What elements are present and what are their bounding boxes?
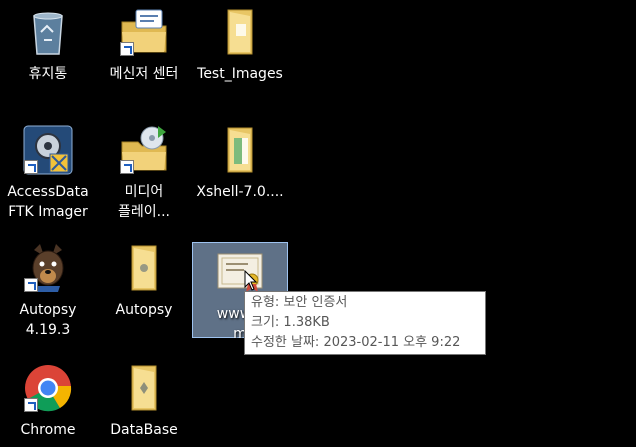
tooltip-type: 유형: 보안 인증서 [251, 295, 348, 310]
folder-icon [214, 6, 266, 58]
desktop-icon-database[interactable]: DataBase [96, 362, 192, 440]
icon-label-line-1: Autopsy [19, 302, 77, 318]
shortcut-arrow-icon [120, 42, 134, 56]
recycle-bin-icon [22, 6, 74, 58]
folder-icon [214, 124, 266, 176]
desktop-icon-chrome[interactable]: Chrome [0, 362, 96, 440]
icon-label: 휴지통 [28, 66, 68, 82]
desktop-icon-autopsy-folder[interactable]: Autopsy [96, 242, 192, 320]
desktop-icon-xshell[interactable]: Xshell-7.0.... [192, 124, 288, 202]
tooltip-modified: 수정한 날짜: 2023-02-11 오후 9:22 [251, 335, 461, 350]
icon-label: Autopsy 4.19.3 [0, 300, 96, 340]
icon-label-line-1: 미디어 [124, 184, 164, 200]
folder-icon [118, 242, 170, 294]
desktop-icon-ftk-imager[interactable]: AccessData FTK Imager [0, 124, 96, 222]
chrome-icon [22, 362, 74, 414]
folder-icon [118, 362, 170, 414]
icon-label: Test_Images [197, 66, 283, 82]
icon-label-line-2: 4.19.3 [25, 322, 71, 338]
desktop-icon-recycle-bin[interactable]: 휴지통 [0, 6, 96, 84]
tooltip-size: 크기: 1.38KB [251, 315, 330, 330]
desktop-icon-messenger-center[interactable]: 메신저 센터 [96, 6, 192, 84]
ftk-imager-icon [22, 124, 74, 176]
desktop-icon-media-player[interactable]: 미디어 플레이... [96, 124, 192, 222]
icon-label: AccessData FTK Imager [0, 182, 96, 222]
media-player-folder-icon [118, 124, 170, 176]
icon-label-line-1: AccessData [7, 184, 89, 200]
icon-label: 미디어 플레이... [96, 182, 192, 222]
icon-label-line-2: 플레이... [118, 204, 170, 220]
autopsy-icon [22, 242, 74, 294]
icon-label: Autopsy [115, 302, 173, 318]
messenger-folder-icon [118, 6, 170, 58]
shortcut-arrow-icon [24, 160, 38, 174]
desktop-icon-autopsy-app[interactable]: Autopsy 4.19.3 [0, 242, 96, 340]
desktop-icon-test-images[interactable]: Test_Images [192, 6, 288, 84]
icon-label: Chrome [20, 422, 76, 438]
file-info-tooltip: 유형: 보안 인증서 크기: 1.38KB 수정한 날짜: 2023-02-11… [244, 291, 486, 355]
icon-label-line-2: FTK Imager [8, 204, 88, 220]
shortcut-arrow-icon [24, 398, 38, 412]
icon-label: Xshell-7.0.... [196, 184, 284, 200]
icon-label: 메신저 센터 [109, 66, 179, 82]
shortcut-arrow-icon [120, 160, 134, 174]
icon-label: DataBase [110, 422, 178, 438]
shortcut-arrow-icon [24, 278, 38, 292]
